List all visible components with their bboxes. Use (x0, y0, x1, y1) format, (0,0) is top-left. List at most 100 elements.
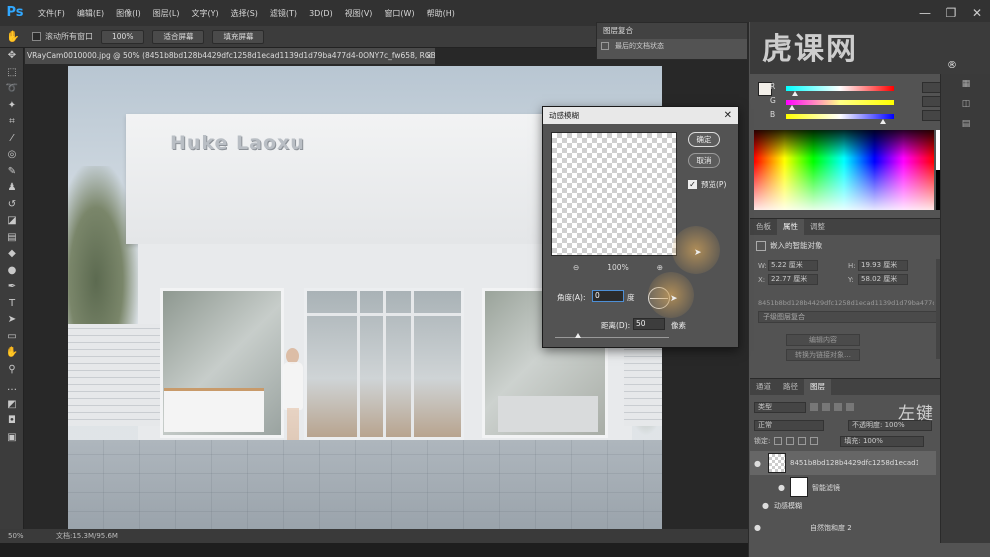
kind-filter-select[interactable]: 类型 (754, 401, 806, 413)
slider-track[interactable] (786, 114, 894, 119)
preview-checkbox[interactable]: ✓ 预览(P) (688, 179, 726, 190)
layer-comps-tab[interactable]: 图层复合 (597, 23, 747, 39)
history-brush-tool-icon[interactable]: ↺ (0, 197, 24, 214)
dialog-close-icon[interactable]: ✕ (724, 107, 732, 124)
panel-icon[interactable]: ▦ (941, 74, 990, 94)
tab-adjustments[interactable]: 调整 (804, 219, 831, 235)
menu-3d[interactable]: 3D(D) (303, 9, 339, 18)
cancel-button[interactable]: 取消 (688, 153, 720, 168)
fit-screen-button[interactable]: 适合屏幕 (152, 29, 205, 44)
tab-properties[interactable]: 属性 (777, 219, 804, 235)
distance-slider-thumb[interactable] (574, 333, 581, 338)
shape-tool-icon[interactable]: ▭ (0, 329, 24, 346)
quick-mask-icon[interactable]: ◘ (0, 413, 24, 430)
zoom-100-button[interactable]: 100% (101, 29, 145, 44)
slider-track[interactable] (786, 86, 894, 91)
lock-position-icon[interactable] (798, 437, 807, 445)
marquee-tool-icon[interactable]: ⬚ (0, 65, 24, 82)
zoom-out-icon[interactable]: ⊖ (573, 263, 579, 272)
layer-comp-select[interactable]: 子级图层复合 (758, 311, 938, 323)
last-document-state-row[interactable]: 最后的文档状态 (597, 39, 747, 53)
ok-button[interactable]: 确定 (688, 132, 720, 147)
menu-view[interactable]: 视图(V) (339, 8, 379, 19)
lock-pixels-icon[interactable] (786, 437, 795, 445)
eraser-tool-icon[interactable]: ◪ (0, 213, 24, 230)
blur-tool-icon[interactable]: ◆ (0, 246, 24, 263)
dodge-tool-icon[interactable]: ● (0, 263, 24, 280)
door-rail (307, 313, 461, 316)
menu-help[interactable]: 帮助(H) (421, 8, 461, 19)
hand-tool-icon[interactable]: ✋ (6, 30, 20, 44)
edit-contents-button[interactable]: 编辑内容 (786, 334, 860, 346)
filter-preview[interactable] (551, 132, 677, 256)
visibility-eye-icon[interactable]: ● (754, 459, 761, 468)
pixel-filter-icon[interactable] (810, 403, 818, 411)
move-tool-icon[interactable]: ✥ (0, 48, 24, 65)
layer-row[interactable]: ● 智能滤镜 (750, 475, 936, 499)
tab-swatches[interactable]: 色板 (750, 219, 777, 235)
tab-paths[interactable]: 路径 (777, 379, 804, 395)
menu-file[interactable]: 文件(F) (32, 8, 71, 19)
eyedropper-tool-icon[interactable]: ⁄ (0, 131, 24, 148)
menu-layer[interactable]: 图层(L) (147, 8, 186, 19)
y-field[interactable]: 58.02 厘米 (858, 274, 908, 285)
x-field[interactable]: 22.77 厘米 (768, 274, 818, 285)
menu-window[interactable]: 窗口(W) (378, 8, 420, 19)
scroll-all-windows-checkbox[interactable]: 滚动所有窗口 (32, 31, 93, 42)
layer-row[interactable]: ● 动感模糊 (750, 497, 936, 513)
crop-tool-icon[interactable]: ⌗ (0, 114, 24, 131)
angle-input[interactable]: 0 (592, 290, 624, 302)
lasso-tool-icon[interactable]: ➰ (0, 81, 24, 98)
fill-field[interactable]: 填充: 100% (840, 435, 925, 447)
visibility-eye-icon[interactable]: ● (762, 501, 769, 510)
type-filter-icon[interactable] (834, 403, 842, 411)
stamp-tool-icon[interactable]: ♟ (0, 180, 24, 197)
color-swatches-icon[interactable]: ◩ (0, 397, 24, 414)
zoom-in-icon[interactable]: ⊕ (657, 263, 663, 272)
distance-input[interactable]: 50 (633, 318, 665, 330)
tab-channels[interactable]: 通道 (750, 379, 777, 395)
adjustment-filter-icon[interactable] (822, 403, 830, 411)
menu-select[interactable]: 选择(S) (225, 8, 264, 19)
tab-layers[interactable]: 图层 (804, 379, 831, 395)
color-spectrum[interactable] (754, 130, 934, 210)
pen-tool-icon[interactable]: ✒ (0, 279, 24, 296)
dialog-titlebar[interactable]: 动感模糊 ✕ (543, 107, 738, 124)
w-label: W: (758, 262, 767, 270)
panel-icon[interactable]: ◫ (941, 94, 990, 114)
document-tab[interactable]: VRayCam0010000.jpg @ 50% (8451b8bd128b44… (25, 48, 435, 64)
path-selection-tool-icon[interactable]: ➤ (0, 312, 24, 329)
menu-image[interactable]: 图像(I) (110, 8, 147, 19)
shape-filter-icon[interactable] (846, 403, 854, 411)
menu-edit[interactable]: 编辑(E) (71, 8, 110, 19)
distance-slider[interactable] (555, 333, 669, 338)
status-zoom[interactable]: 50% (8, 529, 24, 543)
lock-transparency-icon[interactable] (774, 437, 783, 445)
more-tools-icon[interactable]: … (0, 380, 24, 397)
menu-filter[interactable]: 滤镜(T) (264, 8, 303, 19)
hand-tool-icon[interactable]: ✋ (0, 345, 24, 362)
visibility-eye-icon[interactable]: ● (778, 483, 785, 492)
layer-row[interactable]: ● 自然饱和度 2 (750, 515, 936, 539)
visibility-eye-icon[interactable]: ● (754, 523, 761, 532)
blend-mode-select[interactable]: 正常 (754, 419, 824, 431)
zoom-tool-icon[interactable]: ⚲ (0, 362, 24, 379)
brush-tool-icon[interactable]: ✎ (0, 164, 24, 181)
gradient-tool-icon[interactable]: ▤ (0, 230, 24, 247)
slider-thumb[interactable] (880, 119, 887, 124)
healing-tool-icon[interactable]: ◎ (0, 147, 24, 164)
height-field[interactable]: 19.93 厘米 (858, 260, 908, 271)
type-tool-icon[interactable]: T (0, 296, 24, 313)
magic-wand-tool-icon[interactable]: ✦ (0, 98, 24, 115)
screen-mode-icon[interactable]: ▣ (0, 430, 24, 447)
width-field[interactable]: 5.22 厘米 (768, 260, 818, 271)
slider-track[interactable] (786, 100, 894, 105)
fill-screen-button[interactable]: 填充屏幕 (212, 29, 265, 44)
menu-type[interactable]: 文字(Y) (185, 8, 224, 19)
layer-row[interactable]: ● 8451b8bd128b4429dfc1258d1ecad11… (750, 451, 936, 475)
document-tab-close-icon[interactable]: × (426, 48, 432, 64)
convert-to-linked-button[interactable]: 转换为链接对象… (786, 349, 860, 361)
lock-all-icon[interactable] (810, 437, 819, 445)
preview-checkbox-box[interactable]: ✓ (688, 180, 697, 189)
panel-icon[interactable]: ▤ (941, 114, 990, 134)
